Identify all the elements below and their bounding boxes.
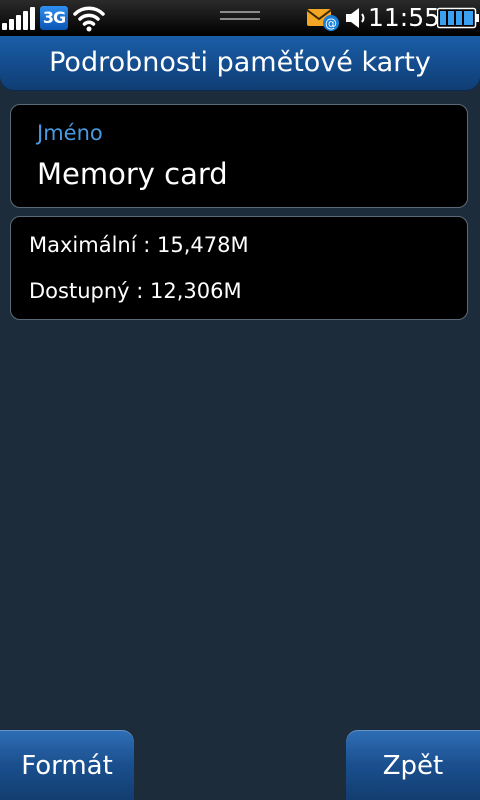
back-button[interactable]: Zpět <box>346 730 480 800</box>
format-button[interactable]: Formát <box>0 730 134 800</box>
email-icon: @ <box>306 7 340 31</box>
name-label: Jméno <box>37 121 103 145</box>
notification-handle-icon[interactable] <box>220 11 260 25</box>
page-title: Podrobnosti paměťové karty <box>49 47 431 78</box>
maximum-capacity: Maximální : 15,478M <box>29 233 249 257</box>
screen: 3G @ 11:55 Podrobnosti paměťové karty Jm… <box>0 0 480 800</box>
available-capacity: Dostupný : 12,306M <box>29 279 242 303</box>
signal-icon <box>2 6 36 30</box>
clock: 11:55 <box>368 3 441 32</box>
svg-text:@: @ <box>325 17 337 31</box>
wifi-icon <box>72 4 106 32</box>
3g-icon: 3G <box>40 6 68 30</box>
volume-icon <box>344 6 366 30</box>
battery-icon <box>436 6 479 30</box>
status-bar: 3G @ 11:55 <box>0 0 480 36</box>
capacity-panel: Maximální : 15,478M Dostupný : 12,306M <box>10 216 468 320</box>
name-panel: Jméno Memory card <box>10 104 468 208</box>
name-value: Memory card <box>37 157 228 191</box>
title-bar: Podrobnosti paměťové karty <box>0 36 480 90</box>
